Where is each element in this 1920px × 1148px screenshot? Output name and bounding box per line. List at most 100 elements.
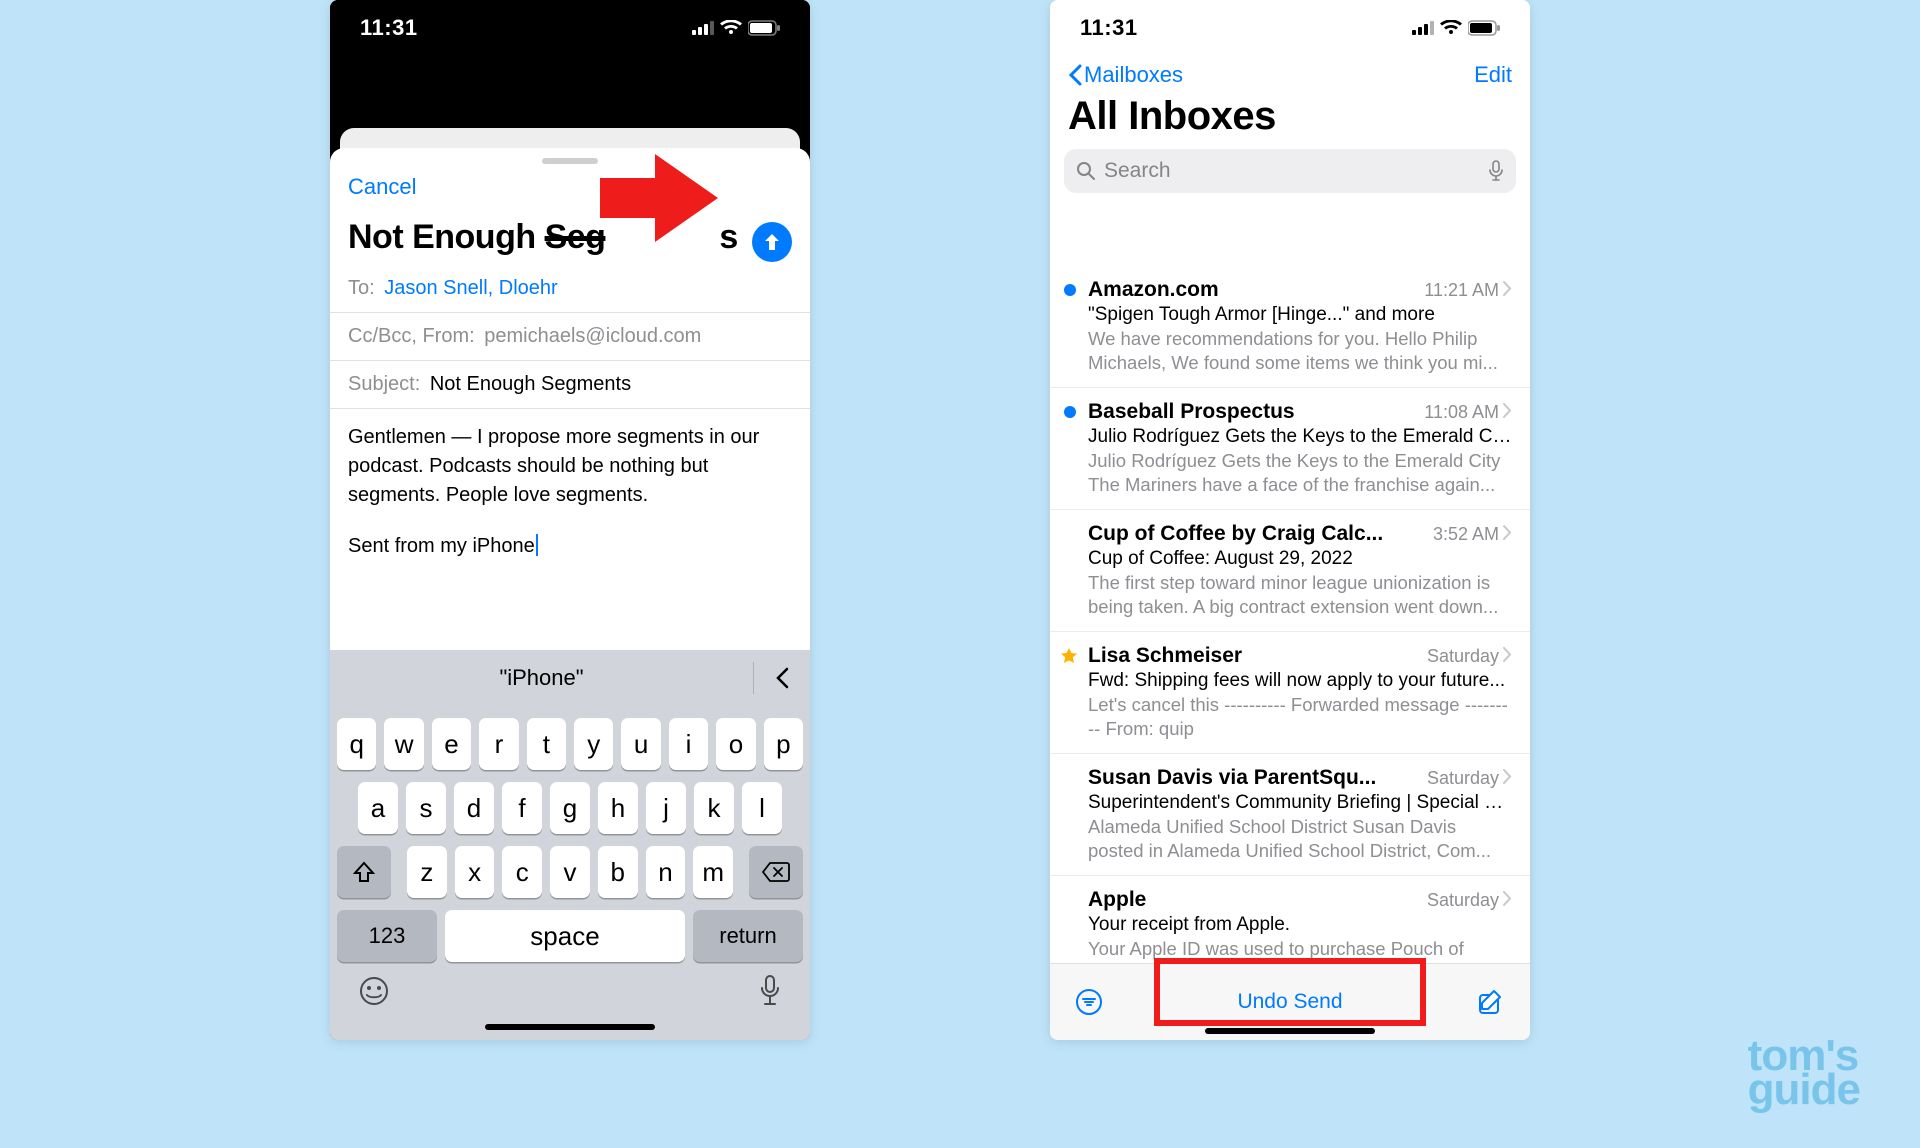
battery-icon [748, 20, 780, 36]
message-time: Saturday [1427, 768, 1499, 789]
to-field[interactable]: To: Jason Snell, Dloehr [330, 265, 810, 313]
cellular-icon [692, 21, 714, 35]
message-preview: Julio Rodríguez Gets the Keys to the Eme… [1088, 449, 1512, 497]
key-f[interactable]: f [502, 782, 542, 834]
key-j[interactable]: j [646, 782, 686, 834]
key-g[interactable]: g [550, 782, 590, 834]
key-v[interactable]: v [550, 846, 590, 898]
edit-button[interactable]: Edit [1474, 62, 1512, 88]
text-cursor [536, 534, 538, 556]
message-time: 11:08 AM [1424, 402, 1499, 423]
dictation-icon[interactable] [758, 974, 782, 1008]
chevron-left-icon [775, 667, 789, 689]
message-subject: Fwd: Shipping fees will now apply to you… [1088, 670, 1512, 692]
home-indicator[interactable] [485, 1024, 655, 1030]
screenshot-compose: 11:31 Cancel Not Enough Segs [330, 0, 810, 1040]
sender: Apple [1088, 888, 1419, 912]
backspace-key[interactable] [749, 846, 803, 898]
message-row[interactable]: Baseball Prospectus 11:08 AM Julio Rodrígu… [1050, 388, 1530, 510]
send-button[interactable] [752, 222, 792, 262]
page-title: All Inboxes [1050, 92, 1530, 149]
status-bar: 11:31 [330, 0, 810, 56]
space-key[interactable]: space [445, 910, 685, 962]
key-n[interactable]: n [646, 846, 686, 898]
compose-icon[interactable] [1476, 987, 1506, 1017]
back-button[interactable]: Mailboxes [1068, 62, 1183, 88]
return-key[interactable]: return [693, 910, 803, 962]
key-z[interactable]: z [407, 846, 447, 898]
message-row[interactable]: Amazon.com 11:21 AM "Spigen Tough Armor [H… [1050, 266, 1530, 388]
key-u[interactable]: u [621, 718, 660, 770]
wifi-icon [720, 20, 742, 36]
dictation-icon[interactable] [1488, 160, 1504, 182]
key-c[interactable]: c [502, 846, 542, 898]
chevron-right-icon [1503, 891, 1512, 911]
key-k[interactable]: k [694, 782, 734, 834]
screenshot-inbox: 11:31 Mailboxes Edit All Inboxes Search … [1050, 0, 1530, 1040]
key-w[interactable]: w [384, 718, 423, 770]
key-b[interactable]: b [598, 846, 638, 898]
sender: Baseball Prospectus [1088, 400, 1416, 424]
predictive-bar[interactable]: "iPhone" [330, 650, 810, 706]
key-q[interactable]: q [337, 718, 376, 770]
undo-send-button[interactable]: Undo Send [1104, 990, 1476, 1014]
keyboard[interactable]: "iPhone" qwertyuiop asdfghjkl zxcvbnm [330, 650, 810, 1040]
key-d[interactable]: d [454, 782, 494, 834]
search-field[interactable]: Search [1064, 149, 1516, 193]
compose-title: Not Enough Segs [330, 200, 810, 265]
key-s[interactable]: s [406, 782, 446, 834]
key-h[interactable]: h [598, 782, 638, 834]
key-y[interactable]: y [574, 718, 613, 770]
arrow-up-icon [762, 232, 782, 252]
home-indicator[interactable] [1205, 1028, 1375, 1034]
key-m[interactable]: m [693, 846, 733, 898]
message-row[interactable]: Lisa SchmeiserSaturdayFwd: Shipping fees… [1050, 632, 1530, 754]
sender: Lisa Schmeiser [1088, 644, 1419, 668]
key-p[interactable]: p [764, 718, 803, 770]
body-paragraph: Gentlemen — I propose more segments in o… [348, 423, 792, 510]
compose-body[interactable]: Gentlemen — I propose more segments in o… [330, 409, 810, 561]
battery-icon [1468, 20, 1500, 36]
key-t[interactable]: t [527, 718, 566, 770]
key-r[interactable]: r [479, 718, 518, 770]
message-subject: "Spigen Tough Armor [Hinge..." and more [1088, 304, 1512, 326]
key-e[interactable]: e [432, 718, 471, 770]
chevron-right-icon [1503, 403, 1512, 423]
message-time: Saturday [1427, 890, 1499, 911]
key-l[interactable]: l [742, 782, 782, 834]
message-row[interactable]: Cup of Coffee by Craig Calc...3:52 AMCup… [1050, 510, 1530, 632]
key-a[interactable]: a [358, 782, 398, 834]
watermark: tom's guide [1748, 1037, 1860, 1108]
message-preview: Your Apple ID was used to purchase Pouch… [1088, 937, 1512, 961]
emoji-icon[interactable] [358, 975, 390, 1007]
message-preview: Let's cancel this ---------- Forwarded m… [1088, 693, 1512, 741]
predict-collapse[interactable] [754, 667, 810, 689]
sheet-grabber[interactable] [542, 158, 598, 164]
unread-dot [1064, 284, 1076, 296]
chevron-right-icon [1503, 769, 1512, 789]
cancel-button[interactable]: Cancel [348, 174, 416, 200]
sender: Amazon.com [1088, 278, 1416, 302]
message-subject: Julio Rodríguez Gets the Keys to the Eme… [1088, 426, 1512, 448]
key-x[interactable]: x [455, 846, 495, 898]
sender: Cup of Coffee by Craig Calc... [1088, 522, 1425, 546]
filter-icon[interactable] [1074, 987, 1104, 1017]
key-i[interactable]: i [669, 718, 708, 770]
message-preview: The first step toward minor league union… [1088, 571, 1512, 619]
predict-word[interactable]: "iPhone" [330, 665, 753, 691]
subject-field[interactable]: Subject: Not Enough Segments [330, 361, 810, 409]
shift-icon [353, 861, 375, 883]
message-preview: We have recommendations for you. Hello P… [1088, 327, 1512, 375]
shift-key[interactable] [337, 846, 391, 898]
nav-bar: Mailboxes Edit [1050, 56, 1530, 92]
message-row[interactable]: AppleSaturdayYour receipt from Apple.You… [1050, 876, 1530, 964]
chevron-right-icon [1503, 281, 1512, 301]
signature: Sent from my iPhone [348, 535, 535, 557]
cc-from-field[interactable]: Cc/Bcc, From: pemichaels@icloud.com [330, 313, 810, 361]
key-o[interactable]: o [716, 718, 755, 770]
numeric-key[interactable]: 123 [337, 910, 437, 962]
message-time: 11:21 AM [1424, 280, 1499, 301]
message-list[interactable]: Amazon.com 11:21 AM "Spigen Tough Armor [H… [1050, 266, 1530, 964]
chevron-right-icon [1503, 525, 1512, 545]
message-row[interactable]: Susan Davis via ParentSqu...SaturdaySupe… [1050, 754, 1530, 876]
